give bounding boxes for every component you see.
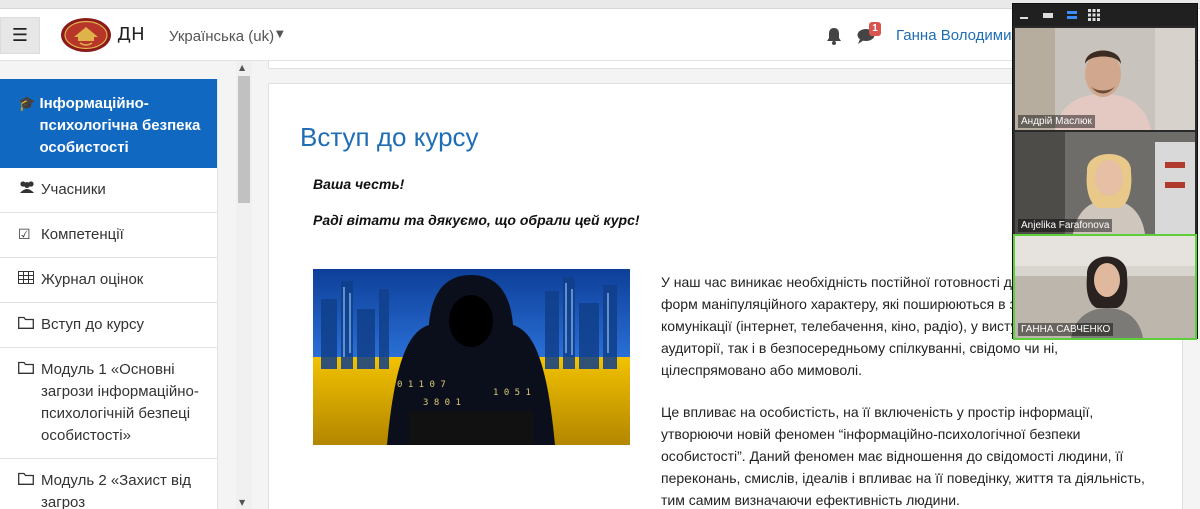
menu-toggle-button[interactable]: ☰ xyxy=(0,17,40,54)
users-icon xyxy=(18,179,38,201)
sidebar-item-module-1[interactable]: Модуль 1 «Основні загрози інформаційно-п… xyxy=(0,348,217,459)
sidebar-item-module-2[interactable]: Модуль 2 «Захист від загроз xyxy=(0,459,217,509)
site-logo[interactable] xyxy=(60,17,112,53)
scroll-up-icon[interactable]: ▲ xyxy=(239,63,245,72)
sidebar-scrollbar[interactable]: ▲ ▼ xyxy=(236,61,252,509)
messages-count-badge: 1 xyxy=(869,22,881,36)
folder-icon xyxy=(18,359,38,381)
sidebar-item-label: Учасники xyxy=(41,181,106,198)
sidebar-item-label: Інформаційно-психологічна безпека особис… xyxy=(39,95,201,156)
sidebar-item-label: Компетенції xyxy=(41,226,124,243)
bell-icon[interactable] xyxy=(826,27,842,45)
participant-name: ГАННА САВЧЕНКО xyxy=(1018,323,1114,336)
user-menu[interactable]: Ганна Володимир xyxy=(896,27,1020,44)
sidebar-item-course-home[interactable]: 🎓 Інформаційно-психологічна безпека особ… xyxy=(0,79,217,168)
check-square-icon: ☑ xyxy=(18,227,31,243)
language-selector[interactable]: Українська (uk) xyxy=(169,28,274,45)
hamburger-icon: ☰ xyxy=(11,25,29,46)
sidebar-item-competencies[interactable]: ☑ Компетенції xyxy=(0,213,217,258)
course-sidebar: 🎓 Інформаційно-психологічна безпека особ… xyxy=(0,79,218,509)
participant-tile-speaking[interactable]: ГАННА САВЧЕНКО xyxy=(1013,234,1197,340)
table-icon xyxy=(18,269,38,291)
greeting-line: Ваша честь! xyxy=(313,176,405,192)
welcome-line: Раді вітати та дякуємо, що обрали цей ку… xyxy=(313,212,640,228)
scroll-thumb[interactable] xyxy=(238,76,250,203)
participant-name: Anjelika Farafonova xyxy=(1018,219,1113,232)
participant-name: Андрій Маслюк xyxy=(1018,115,1095,128)
minimize-icon[interactable] xyxy=(1017,8,1031,22)
sidebar-item-grades[interactable]: Журнал оцінок xyxy=(0,258,217,303)
sidebar-item-label: Модуль 1 «Основні загрози інформаційно-п… xyxy=(41,361,199,444)
site-name[interactable]: ДН xyxy=(117,24,145,45)
gallery-view-icon[interactable] xyxy=(1087,8,1101,22)
sidebar-item-intro[interactable]: Вступ до курсу xyxy=(0,303,217,348)
course-banner-image: 0 1 1 0 7 1 0 5 1 3 8 0 1 xyxy=(313,269,630,445)
participant-tile[interactable]: Андрій Маслюк xyxy=(1015,28,1195,130)
video-call-panel: Андрій Маслюк Anjelika Farafonova ГАННА … xyxy=(1012,3,1198,340)
small-view-icon[interactable] xyxy=(1041,8,1055,22)
folder-icon xyxy=(18,470,38,492)
section-title: Вступ до курсу xyxy=(300,122,479,152)
caret-down-icon[interactable]: ▼ xyxy=(276,29,284,40)
video-toolbar xyxy=(1013,4,1197,26)
svg-text:3 8 0 1: 3 8 0 1 xyxy=(423,398,461,408)
sidebar-item-participants[interactable]: Учасники xyxy=(0,168,217,213)
participant-tile[interactable]: Anjelika Farafonova xyxy=(1015,132,1195,234)
svg-text:1 0 5 1: 1 0 5 1 xyxy=(493,388,531,398)
sidebar-item-label: Вступ до курсу xyxy=(41,316,145,333)
sidebar-item-label: Журнал оцінок xyxy=(41,271,144,288)
graduation-cap-icon: 🎓 xyxy=(18,96,36,112)
intro-paragraph: Це впливає на особистість, на її включен… xyxy=(661,404,1145,508)
svg-text:0 1 1 0 7: 0 1 1 0 7 xyxy=(397,380,446,390)
speaker-view-icon[interactable] xyxy=(1065,8,1079,22)
folder-icon xyxy=(18,314,38,336)
sidebar-item-label: Модуль 2 «Захист від загроз xyxy=(41,472,192,509)
scroll-down-icon[interactable]: ▼ xyxy=(239,498,245,507)
